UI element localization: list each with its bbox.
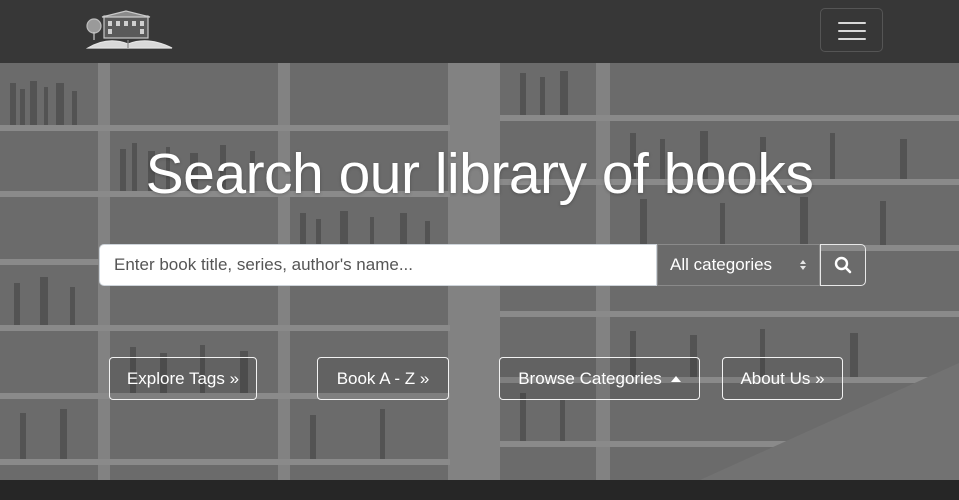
category-select[interactable]: All categories: [657, 244, 820, 286]
browse-categories-button[interactable]: Browse Categories: [499, 357, 700, 400]
library-logo-icon: [85, 10, 173, 49]
search-button[interactable]: [820, 244, 866, 286]
search-icon: [834, 256, 852, 274]
hamburger-icon: [838, 30, 866, 32]
book-a-z-button[interactable]: Book A - Z »: [317, 357, 449, 400]
book-a-z-label: Book A - Z »: [336, 368, 430, 388]
hamburger-icon: [838, 38, 866, 40]
search-input[interactable]: [99, 244, 657, 286]
explore-tags-button[interactable]: Explore Tags »: [109, 357, 257, 400]
top-navbar: [0, 0, 959, 63]
hero-section: Search our library of books All categori…: [0, 63, 959, 480]
about-us-button[interactable]: About Us »: [722, 357, 843, 400]
hero-title: Search our library of books: [145, 142, 814, 206]
hamburger-icon: [838, 22, 866, 24]
menu-toggle-button[interactable]: [820, 8, 883, 52]
select-caret-icon: [800, 260, 806, 270]
caret-up-icon: [670, 375, 681, 382]
about-us-label: About Us »: [740, 368, 825, 388]
footer-strip: [0, 480, 959, 500]
category-select-value: All categories: [670, 255, 773, 274]
explore-tags-label: Explore Tags »: [126, 368, 240, 388]
browse-categories-label: Browse Categories: [518, 368, 662, 388]
library-logo[interactable]: [82, 10, 174, 50]
